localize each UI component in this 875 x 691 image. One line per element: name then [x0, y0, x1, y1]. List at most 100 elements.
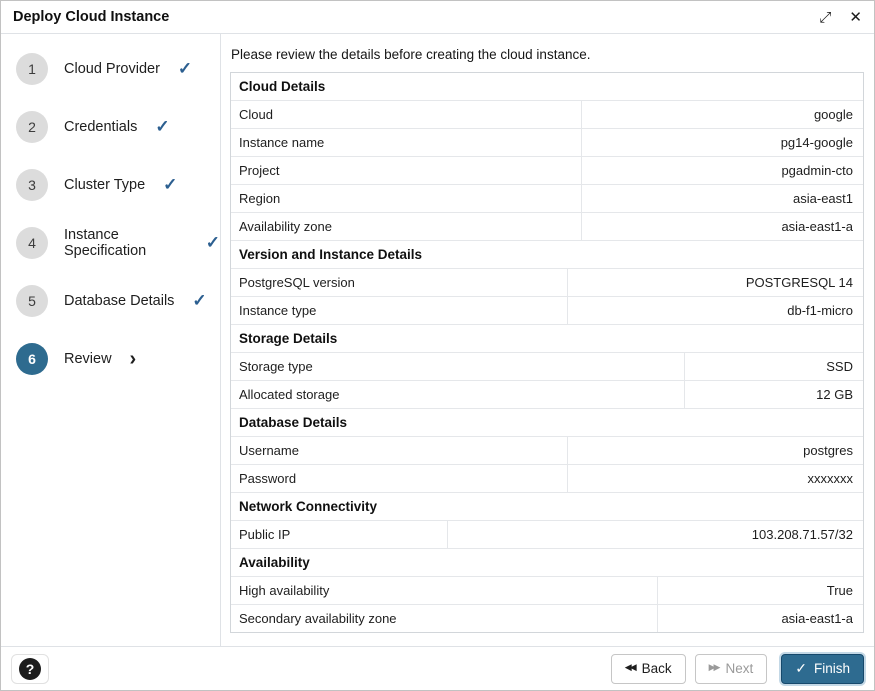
- wizard-step[interactable]: 6 Review ›: [1, 330, 220, 388]
- review-section: Availability High availability True Seco…: [231, 549, 863, 632]
- section-rows: High availability True Secondary availab…: [231, 577, 863, 632]
- row-label: PostgreSQL version: [231, 269, 568, 296]
- check-icon: ✓: [163, 175, 177, 195]
- finish-button[interactable]: ✓ Finish: [781, 654, 864, 684]
- double-right-arrow-icon: ▶▶: [709, 664, 719, 673]
- section-title: Storage Details: [231, 325, 863, 353]
- row-value: postgres: [568, 437, 863, 464]
- row-value: SSD: [685, 353, 863, 380]
- table-row: Cloud google: [231, 101, 863, 129]
- check-icon: ✓: [206, 233, 220, 253]
- check-icon: ✓: [192, 291, 206, 311]
- review-section: Database Details Username postgres Passw…: [231, 409, 863, 493]
- step-number-badge: 1: [16, 53, 48, 85]
- step-number-badge: 3: [16, 169, 48, 201]
- row-value: pgadmin-cto: [582, 157, 863, 184]
- row-value: 103.208.71.57/32: [448, 521, 863, 548]
- table-row: PostgreSQL version POSTGRESQL 14: [231, 269, 863, 297]
- maximize-icon: ⤢: [819, 8, 831, 26]
- window-controls: ⤢ ✕: [819, 10, 862, 25]
- review-section: Cloud Details Cloud google Instance name…: [231, 73, 863, 241]
- section-rows: PostgreSQL version POSTGRESQL 14 Instanc…: [231, 269, 863, 325]
- step-label: Review: [64, 351, 112, 367]
- section-title: Version and Instance Details: [231, 241, 863, 269]
- dialog-titlebar: Deploy Cloud Instance ⤢ ✕: [1, 1, 874, 34]
- check-icon: ✓: [795, 660, 807, 677]
- row-label: Password: [231, 465, 568, 492]
- section-rows: Cloud google Instance name pg14-google P…: [231, 101, 863, 241]
- table-row: Allocated storage 12 GB: [231, 381, 863, 409]
- review-section: Storage Details Storage type SSD Allocat…: [231, 325, 863, 409]
- row-label: Instance name: [231, 129, 582, 156]
- row-value: asia-east1-a: [658, 605, 863, 632]
- next-button-label: Next: [725, 661, 753, 676]
- row-label: Allocated storage: [231, 381, 685, 408]
- step-label: Cloud Provider: [64, 61, 160, 77]
- section-title: Cloud Details: [231, 73, 863, 101]
- back-button[interactable]: ◀◀ Back: [611, 654, 686, 684]
- row-value: POSTGRESQL 14: [568, 269, 863, 296]
- table-row: Password xxxxxxx: [231, 465, 863, 493]
- row-label: Region: [231, 185, 582, 212]
- row-value: xxxxxxx: [568, 465, 863, 492]
- step-label: Instance Specification: [64, 227, 188, 259]
- table-row: Storage type SSD: [231, 353, 863, 381]
- help-button[interactable]: ?: [11, 654, 49, 684]
- wizard-sidebar: 1 Cloud Provider ✓ 2 Credentials ✓ 3 Clu…: [1, 34, 221, 646]
- dialog-body: 1 Cloud Provider ✓ 2 Credentials ✓ 3 Clu…: [1, 34, 874, 646]
- table-row: Availability zone asia-east1-a: [231, 213, 863, 241]
- row-label: Username: [231, 437, 568, 464]
- next-button[interactable]: ▶▶ Next: [695, 654, 768, 684]
- finish-button-label: Finish: [814, 661, 850, 676]
- section-title: Network Connectivity: [231, 493, 863, 521]
- row-value: db-f1-micro: [568, 297, 863, 324]
- dialog-title: Deploy Cloud Instance: [13, 9, 169, 25]
- review-section: Version and Instance Details PostgreSQL …: [231, 241, 863, 325]
- step-number-badge: 2: [16, 111, 48, 143]
- question-icon: ?: [19, 658, 41, 680]
- row-label: Public IP: [231, 521, 448, 548]
- step-number-badge: 6: [16, 343, 48, 375]
- section-title: Database Details: [231, 409, 863, 437]
- table-row: Project pgadmin-cto: [231, 157, 863, 185]
- chevron-right-icon: ›: [130, 349, 137, 369]
- step-label: Database Details: [64, 293, 174, 309]
- maximize-button[interactable]: ⤢: [819, 10, 831, 25]
- review-section: Network Connectivity Public IP 103.208.7…: [231, 493, 863, 549]
- row-label: Project: [231, 157, 582, 184]
- table-row: Public IP 103.208.71.57/32: [231, 521, 863, 549]
- table-row: Instance name pg14-google: [231, 129, 863, 157]
- row-value: asia-east1: [582, 185, 863, 212]
- row-value: pg14-google: [582, 129, 863, 156]
- row-label: Instance type: [231, 297, 568, 324]
- close-button[interactable]: ✕: [849, 10, 862, 25]
- review-content: Please review the details before creatin…: [221, 34, 874, 646]
- table-row: Region asia-east1: [231, 185, 863, 213]
- wizard-steps: 1 Cloud Provider ✓ 2 Credentials ✓ 3 Clu…: [1, 40, 220, 388]
- table-row: High availability True: [231, 577, 863, 605]
- table-row: Username postgres: [231, 437, 863, 465]
- section-rows: Username postgres Password xxxxxxx: [231, 437, 863, 493]
- row-label: Storage type: [231, 353, 685, 380]
- step-label: Cluster Type: [64, 177, 145, 193]
- row-value: google: [582, 101, 863, 128]
- step-number-badge: 5: [16, 285, 48, 317]
- step-label: Credentials: [64, 119, 137, 135]
- section-rows: Storage type SSD Allocated storage 12 GB: [231, 353, 863, 409]
- table-row: Instance type db-f1-micro: [231, 297, 863, 325]
- double-left-arrow-icon: ◀◀: [625, 664, 635, 673]
- wizard-step[interactable]: 1 Cloud Provider ✓: [1, 40, 220, 98]
- wizard-step[interactable]: 2 Credentials ✓: [1, 98, 220, 156]
- instruction-text: Please review the details before creatin…: [231, 47, 864, 62]
- dialog-footer: ? ◀◀ Back ▶▶ Next ✓ Finish: [1, 646, 874, 690]
- section-title: Availability: [231, 549, 863, 577]
- check-icon: ✓: [178, 59, 192, 79]
- wizard-step[interactable]: 3 Cluster Type ✓: [1, 156, 220, 214]
- row-label: High availability: [231, 577, 658, 604]
- section-rows: Public IP 103.208.71.57/32: [231, 521, 863, 549]
- step-number-badge: 4: [16, 227, 48, 259]
- wizard-step[interactable]: 4 Instance Specification ✓: [1, 214, 220, 272]
- row-label: Cloud: [231, 101, 582, 128]
- wizard-step[interactable]: 5 Database Details ✓: [1, 272, 220, 330]
- deploy-cloud-instance-dialog: Deploy Cloud Instance ⤢ ✕ 1 Cloud Provid…: [0, 0, 875, 691]
